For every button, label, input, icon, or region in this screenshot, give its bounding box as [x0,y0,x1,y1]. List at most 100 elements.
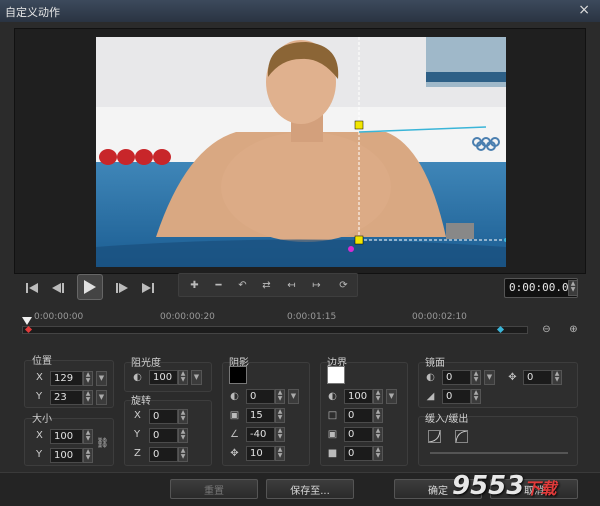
ruler-label: 00:00:00:20 [160,312,215,322]
swap-keyframes-icon[interactable]: ⇄ [260,279,273,292]
rotation-x-input[interactable]: 0 [149,409,178,424]
border-opacity-dropdown[interactable]: ▼ [386,389,397,404]
reset-button-label: 重置 [204,485,224,497]
save-to-button-label: 保存至... [290,485,330,497]
size-x-label: X [36,430,43,441]
shadow-size-icon: ▣ [229,410,240,421]
title-bar: 自定义动作 × [0,0,600,22]
zoom-in-icon[interactable]: ⊕ [567,323,580,336]
keyframe-track[interactable] [22,326,528,334]
mirror-fade-input[interactable]: 0 [442,389,471,404]
ease-in-icon[interactable] [428,430,441,443]
mirror-offset-input[interactable]: 0 [523,370,552,385]
move-right-keyframe-icon[interactable]: ↦ [310,279,323,292]
border-softness-stepper[interactable]: ▲ ▼ [373,427,383,442]
opacity-icon: ◐ [133,372,142,383]
border-width-icon: □ [327,410,338,421]
size-x-input[interactable]: 100 [50,429,83,444]
go-to-start-icon[interactable] [24,281,40,295]
border-fill-input[interactable]: 0 [344,446,373,461]
opacity-dropdown[interactable]: ▼ [191,370,202,385]
timecode-value: 0:00:00.00 [509,281,576,294]
mirror-offset-icon: ✥ [508,372,517,383]
shadow-angle-stepper[interactable]: ▲ ▼ [275,427,285,442]
border-softness-value: 0 [348,429,355,440]
next-frame-icon[interactable] [114,281,130,295]
border-width-input[interactable]: 0 [344,408,373,423]
play-button[interactable] [77,274,103,300]
rotation-z-value: 0 [153,449,160,460]
timecode-display[interactable]: 0:00:00.00 [504,278,578,298]
rotation-z-input[interactable]: 0 [149,447,178,462]
size-y-stepper[interactable]: ▲ ▼ [83,448,93,463]
shadow-color-swatch[interactable] [229,366,247,384]
reverse-keyframe-icon[interactable]: ↶ [236,279,249,292]
link-aspect-icon[interactable]: ⛓ [96,437,109,450]
size-label: 大小 [32,414,52,425]
size-y-input[interactable]: 100 [50,448,83,463]
go-to-end-icon[interactable] [140,281,156,295]
mirror-offset-stepper[interactable]: ▲ ▼ [552,370,562,385]
border-color-swatch[interactable] [327,366,345,384]
ruler-label: 00:00:02:10 [412,312,467,322]
opacity-input[interactable]: 100 [149,370,178,385]
shadow-opacity-stepper[interactable]: ▲ ▼ [275,389,285,404]
rotation-z-stepper[interactable]: ▲ ▼ [178,447,188,462]
position-x-dropdown[interactable]: ▼ [96,371,107,386]
shadow-angle-value: -40 [250,429,267,440]
border-opacity-input[interactable]: 100 [344,389,373,404]
add-keyframe-icon[interactable]: ✚ [188,279,201,292]
opacity-stepper[interactable]: ▲ ▼ [178,370,188,385]
position-y-stepper[interactable]: ▲ ▼ [83,390,93,405]
previous-frame-icon[interactable] [50,281,66,295]
position-x-stepper[interactable]: ▲ ▼ [83,371,93,386]
size-x-value: 100 [54,431,74,442]
rotation-y-input[interactable]: 0 [149,428,178,443]
ease-slider[interactable] [430,452,568,454]
close-icon[interactable]: × [578,2,590,18]
shadow-size-input[interactable]: 15 [246,408,275,423]
size-x-stepper[interactable]: ▲ ▼ [83,429,93,444]
rotation-x-label: X [134,410,141,421]
shadow-distance-stepper[interactable]: ▲ ▼ [275,446,285,461]
remove-keyframe-icon[interactable]: ━ [212,279,225,292]
shadow-distance-icon: ✥ [230,448,239,459]
ease-label: 缓入/缓出 [425,414,469,425]
mirror-fade-value: 0 [446,391,453,402]
mirror-fade-icon: ◢ [426,391,435,402]
mirror-opacity-dropdown[interactable]: ▼ [484,370,495,385]
move-left-keyframe-icon[interactable]: ↤ [285,279,298,292]
reset-button[interactable]: 重置 [170,479,258,499]
position-y-dropdown[interactable]: ▼ [96,390,107,405]
mirror-offset-value: 0 [527,372,534,383]
border-width-stepper[interactable]: ▲ ▼ [373,408,383,423]
save-to-button[interactable]: 保存至... [266,479,354,499]
timeline-ruler: 0:00:00:00 00:00:00:20 0:00:01:15 00:00:… [22,312,528,326]
shadow-size-stepper[interactable]: ▲ ▼ [275,408,285,423]
ease-out-icon[interactable] [455,430,468,443]
watermark-brand: 9553 [452,471,525,501]
video-preview[interactable] [96,37,506,267]
border-fill-stepper[interactable]: ▲ ▼ [373,446,383,461]
mirror-opacity-stepper[interactable]: ▲ ▼ [471,370,481,385]
shadow-opacity-dropdown[interactable]: ▼ [288,389,299,404]
zoom-out-icon[interactable]: ⊖ [540,323,553,336]
mirror-opacity-input[interactable]: 0 [442,370,471,385]
mirror-fade-stepper[interactable]: ▲ ▼ [471,389,481,404]
shadow-angle-input[interactable]: -40 [246,427,275,442]
timecode-stepper[interactable]: ▲ ▼ [568,280,578,296]
ruler-label: 0:00:01:15 [287,312,337,322]
rotation-x-stepper[interactable]: ▲ ▼ [178,409,188,424]
edit-keyframe-icon[interactable]: ⟳ [337,279,350,292]
shadow-angle-icon: ∠ [230,429,239,440]
shadow-distance-input[interactable]: 10 [246,446,275,461]
border-opacity-stepper[interactable]: ▲ ▼ [373,389,383,404]
shadow-opacity-input[interactable]: 0 [246,389,275,404]
border-softness-input[interactable]: 0 [344,427,373,442]
position-label: 位置 [32,356,52,367]
rotation-y-stepper[interactable]: ▲ ▼ [178,428,188,443]
size-y-value: 100 [54,450,74,461]
mirror-label: 镜面 [425,358,445,369]
position-y-input[interactable]: 23 [50,390,83,405]
position-x-input[interactable]: 129 [50,371,83,386]
